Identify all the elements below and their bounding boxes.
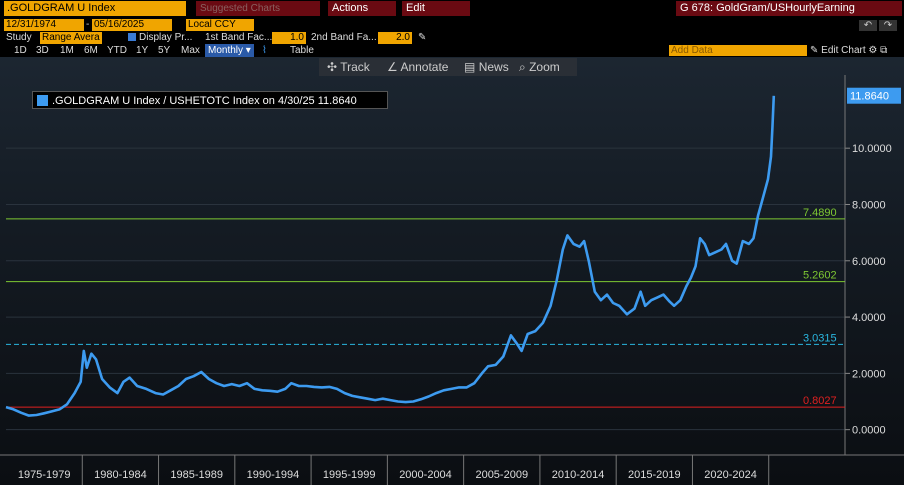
zoom-button[interactable]: ⌕ Zoom: [519, 58, 560, 76]
legend-text: .GOLDGRAM U Index / USHETOTC Index on 4/…: [52, 95, 357, 107]
series-color-swatch: [37, 94, 48, 106]
reference-line-label: 3.0315: [803, 332, 837, 344]
x-tick-label: 2005-2009: [475, 469, 528, 481]
y-tick-label: 10.0000: [852, 143, 892, 155]
x-tick-label: 1990-1994: [247, 469, 300, 481]
annotate-button[interactable]: ∠ Annotate: [387, 58, 448, 76]
crosshair-icon: ✣: [327, 60, 338, 74]
x-tick-label: 2000-2004: [399, 469, 452, 481]
annotate-label: Annotate: [400, 60, 449, 74]
y-tick-label: 8.0000: [852, 199, 886, 211]
last-value-label: 11.8640: [850, 91, 889, 103]
track-label: Track: [340, 60, 370, 74]
track-button[interactable]: ✣ Track: [327, 58, 370, 76]
reference-line-label: 5.2602: [803, 270, 837, 282]
series-line: [5, 95, 776, 417]
reference-line-label: 0.8027: [803, 395, 837, 407]
x-tick-label: 2010-2014: [552, 469, 605, 481]
news-icon: ▤: [464, 60, 476, 74]
zoom-icon: ⌕: [519, 60, 526, 74]
annotate-icon: ∠: [387, 60, 398, 74]
x-tick-label: 1980-1984: [94, 469, 147, 481]
reference-line-label: 7.4890: [803, 207, 837, 219]
x-tick-label: 2015-2019: [628, 469, 681, 481]
chart-toolbar: ✣ Track ∠ Annotate ▤ News ⌕ Zoom: [319, 58, 577, 76]
x-tick-label: 1975-1979: [18, 469, 71, 481]
zoom-label: Zoom: [529, 60, 560, 74]
chart-legend[interactable]: .GOLDGRAM U Index / USHETOTC Index on 4/…: [32, 91, 388, 109]
y-tick-label: 0.0000: [852, 425, 886, 437]
x-tick-label: 2020-2024: [704, 469, 757, 481]
y-tick-label: 2.0000: [852, 368, 886, 380]
y-tick-label: 4.0000: [852, 312, 886, 324]
news-label: News: [478, 60, 509, 74]
news-button[interactable]: ▤ News: [464, 58, 509, 76]
x-tick-label: 1985-1989: [170, 469, 223, 481]
x-tick-label: 1995-1999: [323, 469, 376, 481]
y-tick-label: 6.0000: [852, 256, 886, 268]
